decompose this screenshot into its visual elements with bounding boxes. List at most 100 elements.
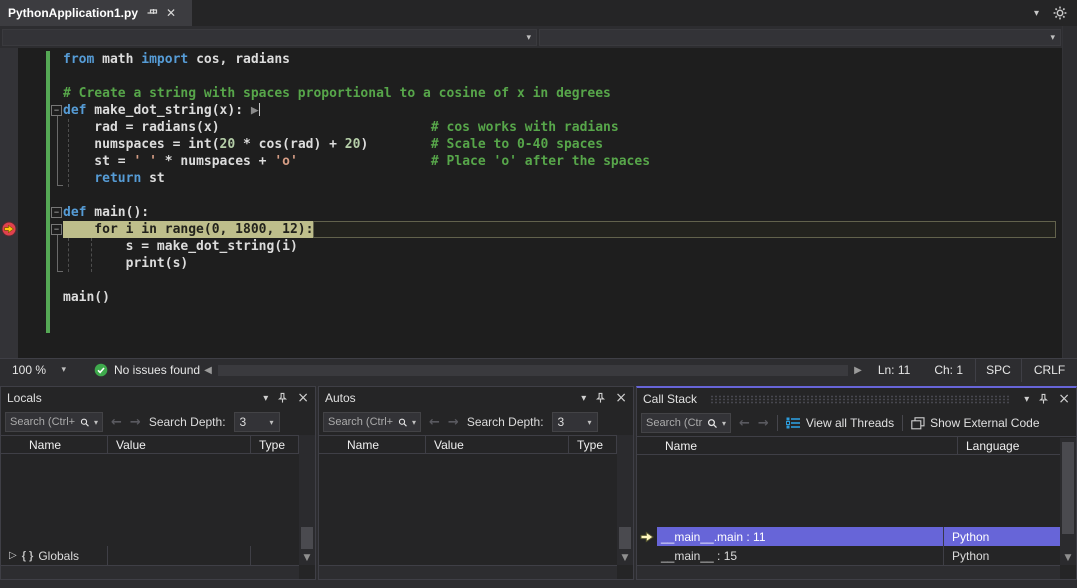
call-stack-column-headers: Name Language ▲	[637, 436, 1076, 455]
chevron-down-icon: ▾	[722, 419, 726, 428]
chevron-down-icon: ▾	[412, 418, 416, 427]
column-type[interactable]: Type	[251, 435, 299, 454]
scroll-down-icon[interactable]: ▼	[1060, 551, 1076, 565]
code-line: return st	[0, 170, 1062, 187]
pin-icon[interactable]	[146, 7, 158, 19]
call-stack-panel: Call Stack ▾ × Search (Ctrl ▾ ← →	[636, 386, 1077, 580]
current-statement-text: for i in range(0, 1800, 12):	[63, 221, 313, 238]
column-type[interactable]: Type	[569, 435, 617, 454]
member-dropdown[interactable]: ▾	[539, 29, 1061, 46]
show-external-code-button[interactable]: Show External Code	[911, 416, 1039, 430]
back-icon[interactable]: ←	[429, 415, 440, 430]
forward-icon[interactable]: →	[130, 415, 141, 430]
close-icon[interactable]: ×	[297, 391, 309, 405]
document-tabs-dropdown-icon[interactable]: ▾	[1034, 8, 1039, 19]
issues-indicator[interactable]: No issues found	[94, 363, 200, 377]
scroll-left-icon[interactable]: ◀	[204, 365, 212, 376]
line-indicator: Ln: 11	[878, 363, 910, 377]
variable-row[interactable]: ▷{ }Globals	[1, 546, 299, 565]
code-editor[interactable]: from math import cos, radians# Create a …	[0, 48, 1062, 358]
column-name[interactable]: Name	[339, 435, 426, 454]
locals-horizontal-scrollbar[interactable]	[1, 565, 299, 579]
editor-horizontal-scrollbar[interactable]: ◀ ▶	[204, 365, 862, 376]
search-input[interactable]: Search (Ctrl+E) ▾	[5, 412, 103, 432]
view-all-threads-button[interactable]: View all Threads	[786, 416, 894, 430]
locals-toolbar: Search (Ctrl+E) ▾ ← → Search Depth: 3▾	[1, 409, 315, 435]
chevron-down-icon: ▾	[1050, 33, 1055, 43]
search-depth-select[interactable]: 3▾	[552, 412, 598, 432]
code-lines: from math import cos, radians# Create a …	[0, 51, 1062, 306]
pin-icon[interactable]	[595, 392, 606, 404]
scrollbar-thumb[interactable]	[218, 365, 848, 376]
forward-icon[interactable]: →	[448, 415, 459, 430]
search-input[interactable]: Search (Ctrl+E) ▾	[323, 412, 421, 432]
editor-vertical-scrollbar[interactable]	[1062, 26, 1077, 358]
vs-debugger-window: PythonApplication1.py ✕ ▾	[0, 0, 1077, 588]
code-line	[0, 187, 1062, 204]
locals-column-headers: Name Value Type ▲	[1, 435, 315, 454]
call-stack-frames: __main__.main : 11Python__main__ : 15Pyt…	[637, 527, 1060, 565]
collapse-region-icon[interactable]	[51, 207, 62, 218]
search-input[interactable]: Search (Ctrl ▾	[641, 413, 731, 433]
code-line	[0, 272, 1062, 289]
search-icon	[398, 417, 408, 428]
gear-icon[interactable]	[1053, 6, 1067, 20]
code-line: st = ' ' * numspaces + 'o' # Place 'o' a…	[0, 153, 1062, 170]
scroll-right-icon[interactable]: ▶	[854, 365, 862, 376]
autos-horizontal-scrollbar[interactable]	[319, 565, 617, 579]
window-position-icon[interactable]: ▾	[1024, 394, 1029, 405]
type-dropdown[interactable]: ▾	[2, 29, 537, 46]
chevron-down-icon: ▾	[61, 365, 66, 375]
line-ending-button[interactable]: CRLF	[1021, 359, 1077, 382]
variable-type-cell	[251, 546, 299, 565]
forward-icon[interactable]: →	[758, 416, 769, 431]
zoom-control[interactable]: 100 % ▾	[6, 363, 72, 377]
pin-icon[interactable]	[277, 392, 288, 404]
close-icon[interactable]: ×	[1058, 392, 1070, 406]
window-position-icon[interactable]: ▾	[263, 393, 268, 404]
column-name[interactable]: Name	[657, 436, 957, 455]
panel-title: Locals	[7, 391, 42, 405]
autos-vertical-scrollbar[interactable]: ▼	[617, 435, 633, 565]
column-value[interactable]: Value	[426, 435, 569, 454]
window-position-icon[interactable]: ▾	[581, 393, 586, 404]
back-icon[interactable]: ←	[111, 415, 122, 430]
collapse-region-icon[interactable]	[51, 224, 62, 235]
chevron-down-icon: ▾	[526, 33, 531, 43]
autos-title-bar[interactable]: Autos ▾ ×	[319, 387, 633, 409]
tab-title: PythonApplication1.py	[8, 6, 138, 20]
call-stack-frame[interactable]: __main__.main : 11Python	[637, 527, 1060, 546]
back-icon[interactable]: ←	[739, 416, 750, 431]
pin-icon[interactable]	[1038, 393, 1049, 405]
search-placeholder: Search (Ctrl	[646, 417, 703, 429]
call-stack-horizontal-scrollbar[interactable]	[637, 565, 1060, 579]
locals-vertical-scrollbar[interactable]: ▼	[299, 435, 315, 565]
collapse-region-icon[interactable]	[51, 105, 62, 116]
column-language[interactable]: Language	[957, 436, 1060, 455]
tab-pythonapplication1[interactable]: PythonApplication1.py ✕	[0, 0, 192, 26]
spaces-mode-button[interactable]: SPC	[975, 359, 1021, 382]
search-depth-label: Search Depth:	[467, 415, 544, 429]
indent-guide	[68, 119, 69, 187]
code-line: numspaces = int(20 * cos(rad) + 20) # Sc…	[0, 136, 1062, 153]
column-value[interactable]: Value	[108, 435, 251, 454]
call-stack-vertical-scrollbar[interactable]: ▼	[1060, 438, 1076, 565]
scroll-down-icon[interactable]: ▼	[299, 551, 315, 565]
close-icon[interactable]: ×	[615, 391, 627, 405]
expand-icon[interactable]: ▷	[9, 550, 17, 561]
code-line: from math import cos, radians	[0, 51, 1062, 68]
drag-handle[interactable]	[710, 395, 1011, 404]
call-stack-frame[interactable]: __main__ : 15Python	[637, 546, 1060, 565]
fold-bracket	[57, 235, 63, 272]
scroll-down-icon[interactable]: ▼	[617, 551, 633, 565]
column-name[interactable]: Name	[21, 435, 108, 454]
locals-title-bar[interactable]: Locals ▾ ×	[1, 387, 315, 409]
close-tab-icon[interactable]: ✕	[166, 7, 176, 19]
breakpoint-current-statement-icon[interactable]	[1, 221, 17, 237]
search-depth-select[interactable]: 3▾	[234, 412, 280, 432]
chevron-down-icon: ▾	[94, 418, 98, 427]
call-stack-toolbar: Search (Ctrl ▾ ← → View all Threads	[637, 410, 1076, 436]
call-stack-title-bar[interactable]: Call Stack ▾ ×	[637, 388, 1076, 410]
object-icon: { }	[22, 550, 34, 562]
frame-name: __main__.main : 11	[657, 527, 943, 546]
